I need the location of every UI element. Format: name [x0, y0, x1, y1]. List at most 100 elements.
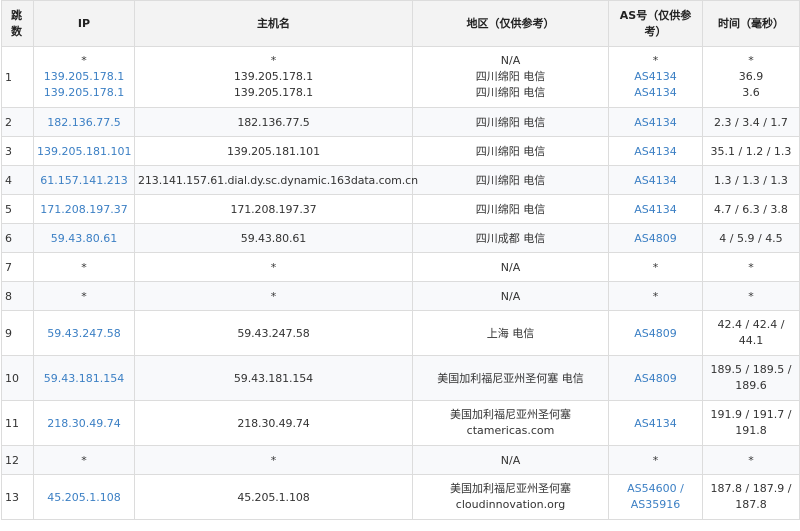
hop-cell: 12 — [1, 445, 34, 475]
time-value: 191.9 / 191.7 / — [710, 408, 792, 421]
hop-cell: 2 — [1, 107, 34, 137]
host-cell: 59.43.181.154 — [134, 355, 413, 401]
ip-cell: * — [33, 445, 135, 475]
time-cell: 187.8 / 187.9 / 187.8 — [702, 474, 800, 520]
as-cell: AS4134 — [608, 194, 703, 224]
as-cell: * — [608, 252, 703, 282]
ip-link[interactable]: 171.208.197.37 — [40, 203, 127, 216]
table-row: 2 182.136.77.5 182.136.77.5 四川绵阳 电信 AS41… — [1, 107, 800, 137]
as-cell: AS4809 — [608, 310, 703, 356]
table-row: 11 218.30.49.74 218.30.49.74 美国加利福尼亚州圣何塞… — [1, 400, 800, 446]
time-cell: 1.3 / 1.3 / 1.3 — [702, 165, 800, 195]
as-link[interactable]: AS4809 — [634, 372, 677, 385]
region-value: 四川绵阳 电信 — [475, 86, 546, 99]
time-cell: * — [702, 252, 800, 282]
region-value: 四川绵阳 电信 — [475, 70, 546, 83]
hop-cell: 7 — [1, 252, 34, 282]
header-as: AS号（仅供参考） — [608, 0, 703, 47]
hop-cell: 9 — [1, 310, 34, 356]
ip-link[interactable]: 139.205.178.1 — [37, 85, 131, 101]
as-link[interactable]: AS54600 / — [612, 481, 699, 497]
table-row: 3 139.205.181.101 139.205.181.101 四川绵阳 电… — [1, 136, 800, 166]
ip-link[interactable]: 45.205.1.108 — [47, 491, 120, 504]
as-cell: AS54600 / AS35916 — [608, 474, 703, 520]
time-value: 187.8 / 187.9 / — [710, 482, 792, 495]
hop-cell: 5 — [1, 194, 34, 224]
hop-cell: 11 — [1, 400, 34, 446]
ip-link[interactable]: 139.205.178.1 — [37, 69, 131, 85]
hop-cell: 1 — [1, 46, 34, 108]
region-domain: cloudinnovation.org — [455, 498, 566, 511]
hop-cell: 8 — [1, 281, 34, 311]
region-value: N/A — [500, 54, 521, 67]
ip-link[interactable]: 139.205.181.101 — [37, 145, 131, 158]
time-value: 187.8 — [735, 498, 767, 511]
ip-link[interactable]: 59.43.181.154 — [44, 372, 124, 385]
table-row: 10 59.43.181.154 59.43.181.154 美国加利福尼亚州圣… — [1, 355, 800, 401]
traceroute-table: 跳数 IP 主机名 地区（仅供参考） AS号（仅供参考） 时间（毫秒） 1 * … — [1, 0, 800, 520]
ip-link[interactable]: 218.30.49.74 — [47, 417, 120, 430]
table-row: 6 59.43.80.61 59.43.80.61 四川成都 电信 AS4809… — [1, 223, 800, 253]
table-row: 8 * * N/A * * — [1, 281, 800, 311]
as-link[interactable]: AS4134 — [634, 203, 677, 216]
host-cell: 139.205.181.101 — [134, 136, 413, 166]
as-link[interactable]: AS4134 — [612, 85, 699, 101]
ip-link[interactable]: 182.136.77.5 — [47, 116, 120, 129]
time-value: * — [748, 54, 754, 67]
host-cell: * 139.205.178.1 139.205.178.1 — [134, 46, 413, 108]
as-link[interactable]: AS4134 — [634, 116, 677, 129]
as-link[interactable]: AS4134 — [634, 145, 677, 158]
table-row: 4 61.157.141.213 213.141.157.61.dial.dy.… — [1, 165, 800, 195]
host-cell: * — [134, 252, 413, 282]
header-host: 主机名 — [134, 0, 413, 47]
time-cell: 189.5 / 189.5 / 189.6 — [702, 355, 800, 401]
host-cell: 45.205.1.108 — [134, 474, 413, 520]
header-hop: 跳数 — [1, 0, 34, 47]
host-cell: 218.30.49.74 — [134, 400, 413, 446]
as-link[interactable]: AS35916 — [612, 497, 699, 513]
ip-cell: * — [33, 252, 135, 282]
as-cell: AS4134 — [608, 107, 703, 137]
host-cell: * — [134, 281, 413, 311]
as-link[interactable]: AS4809 — [634, 327, 677, 340]
time-cell: 2.3 / 3.4 / 1.7 — [702, 107, 800, 137]
region-cell: 美国加利福尼亚州圣何塞 cloudinnovation.org — [412, 474, 609, 520]
host-value: * — [270, 54, 277, 67]
time-cell: 4 / 5.9 / 4.5 — [702, 223, 800, 253]
region-value: 美国加利福尼亚州圣何塞 — [450, 408, 571, 421]
as-cell: * — [608, 281, 703, 311]
time-cell: * 36.9 3.6 — [702, 46, 800, 108]
ip-link[interactable]: 61.157.141.213 — [40, 174, 127, 187]
as-link[interactable]: AS4134 — [634, 174, 677, 187]
region-cell: 上海 电信 — [412, 310, 609, 356]
as-link[interactable]: AS4809 — [634, 232, 677, 245]
region-cell: 四川绵阳 电信 — [412, 165, 609, 195]
table-row: 7 * * N/A * * — [1, 252, 800, 282]
time-cell: * — [702, 445, 800, 475]
ip-cell: 59.43.80.61 — [33, 223, 135, 253]
host-cell: 59.43.247.58 — [134, 310, 413, 356]
table-row: 13 45.205.1.108 45.205.1.108 美国加利福尼亚州圣何塞… — [1, 474, 800, 520]
time-value: 189.5 / 189.5 / — [710, 363, 792, 376]
header-ip: IP — [33, 0, 135, 47]
region-value: 美国加利福尼亚州圣何塞 — [450, 482, 571, 495]
as-link[interactable]: AS4134 — [612, 69, 699, 85]
time-cell: 191.9 / 191.7 / 191.8 — [702, 400, 800, 446]
table-body: 1 * 139.205.178.1 139.205.178.1 * 139.20… — [1, 46, 800, 520]
region-cell: 美国加利福尼亚州圣何塞 ctamericas.com — [412, 400, 609, 446]
time-cell: * — [702, 281, 800, 311]
ip-link[interactable]: 59.43.247.58 — [47, 327, 120, 340]
region-domain: ctamericas.com — [466, 424, 555, 437]
host-cell: 182.136.77.5 — [134, 107, 413, 137]
ip-cell: 59.43.247.58 — [33, 310, 135, 356]
region-cell: 四川成都 电信 — [412, 223, 609, 253]
header-time: 时间（毫秒） — [702, 0, 800, 47]
host-cell: 213.141.157.61.dial.dy.sc.dynamic.163dat… — [134, 165, 418, 195]
ip-cell: 59.43.181.154 — [33, 355, 135, 401]
as-link[interactable]: AS4134 — [634, 417, 677, 430]
table-header-row: 跳数 IP 主机名 地区（仅供参考） AS号（仅供参考） 时间（毫秒） — [1, 0, 800, 47]
ip-link[interactable]: 59.43.80.61 — [51, 232, 117, 245]
as-cell: AS4134 — [608, 165, 703, 195]
table-row: 1 * 139.205.178.1 139.205.178.1 * 139.20… — [1, 46, 800, 108]
ip-cell: * — [33, 281, 135, 311]
